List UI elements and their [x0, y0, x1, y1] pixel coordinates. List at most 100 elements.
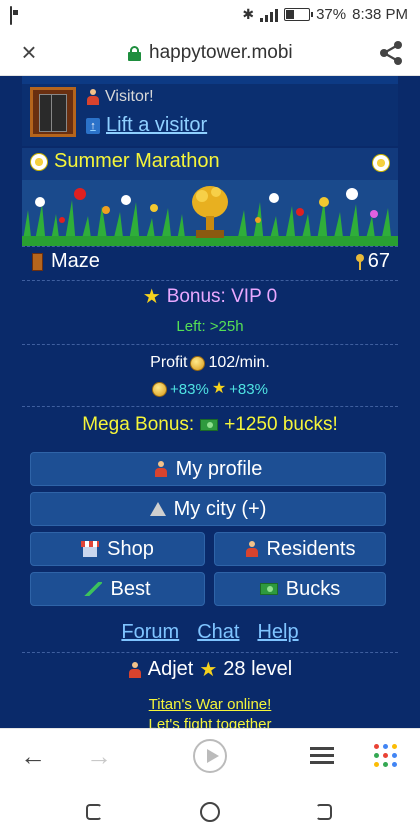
event-title-text: Summer Marathon: [54, 150, 220, 172]
battery-percent: 37%: [316, 6, 347, 23]
shop-button[interactable]: Shop: [30, 532, 205, 566]
list-icon[interactable]: [310, 747, 334, 765]
bucks-button[interactable]: Bucks: [214, 572, 386, 606]
coin-icon: [152, 381, 168, 397]
close-icon[interactable]: ×: [16, 39, 42, 65]
footer-links: Forum Chat Help: [22, 621, 398, 644]
home-icon[interactable]: [200, 802, 220, 822]
my-profile-label: My profile: [175, 457, 263, 480]
status-bar: ✱ 37% 8:38 PM: [0, 0, 420, 30]
shop-label: Shop: [107, 537, 154, 560]
user-name: Adjet: [147, 658, 194, 680]
maze-link[interactable]: Maze: [32, 250, 100, 273]
vip-bonus[interactable]: ★ Bonus: VIP 0: [22, 286, 398, 308]
page-content: Visitor! ↑ Lift a visitor Summer Maratho…: [0, 76, 420, 728]
app-dot: [374, 753, 379, 758]
my-profile-button[interactable]: My profile: [30, 452, 386, 486]
coin-bonus-percent: +83%: [170, 380, 209, 398]
status-left: [10, 6, 12, 25]
best-icon: [84, 582, 103, 596]
summer-marathon-banner[interactable]: Summer Marathon: [22, 148, 398, 246]
profit-bonuses: +83% ★ +83%: [22, 379, 398, 399]
signal-icon: [260, 8, 279, 22]
shop-icon: [81, 541, 100, 557]
url-text: happytower.mobi: [149, 42, 293, 63]
recent-apps-icon[interactable]: [86, 804, 102, 820]
app-dot: [383, 753, 388, 758]
app-dot: [392, 762, 397, 767]
status-right: ✱ 37% 8:38 PM: [242, 6, 408, 23]
lock-icon: [128, 45, 141, 61]
coin-icon: [190, 355, 206, 371]
flower-icon: [30, 152, 48, 171]
star-icon: ★: [142, 286, 161, 308]
top-strip: [22, 76, 398, 84]
app-dot: [374, 762, 379, 767]
bucks-label: Bucks: [285, 577, 341, 600]
trophy-icon: [192, 186, 228, 238]
best-label: Best: [110, 577, 151, 600]
play-icon[interactable]: [193, 739, 227, 773]
lift-arrow-icon: ↑: [86, 117, 100, 134]
best-button[interactable]: Best: [30, 572, 205, 606]
meadow-illustration: [22, 180, 398, 246]
person-icon: [154, 461, 168, 477]
divider: [22, 344, 398, 345]
lift-visitor-text: Lift a visitor: [106, 114, 208, 136]
residents-button[interactable]: Residents: [214, 532, 386, 566]
app-dot: [374, 744, 379, 749]
bonus-time-left: Left: >25h: [176, 318, 244, 335]
url-display[interactable]: happytower.mobi: [128, 42, 293, 64]
apps-grid-icon[interactable]: [374, 744, 398, 768]
visitor-panel: Visitor! ↑ Lift a visitor: [22, 84, 398, 146]
forward-arrow-icon[interactable]: →: [86, 743, 112, 769]
divider: [22, 280, 398, 281]
share-icon[interactable]: [376, 38, 406, 68]
mega-bonus[interactable]: Mega Bonus: +1250 bucks!: [22, 414, 398, 436]
back-icon[interactable]: [316, 804, 332, 820]
visitor-label: Visitor!: [86, 88, 154, 106]
promo-link-line2[interactable]: Let's fight together: [22, 716, 398, 728]
bill-icon: [259, 583, 278, 595]
back-arrow-icon[interactable]: ←: [20, 743, 46, 769]
event-title: Summer Marathon: [30, 150, 220, 173]
app-dot: [383, 744, 388, 749]
app-dot: [392, 744, 397, 749]
profit-line: Profit 102/min.: [22, 354, 398, 372]
key-icon: [355, 253, 364, 270]
star-icon: ★: [199, 658, 218, 681]
maze-row[interactable]: Maze 67: [22, 248, 398, 278]
star-bonus-percent: +83%: [229, 380, 268, 398]
status-time: 8:38 PM: [352, 6, 408, 23]
city-icon: [149, 502, 166, 516]
system-nav-bar: [0, 784, 420, 840]
bluetooth-icon: ✱: [242, 6, 255, 22]
star-icon: ★: [211, 380, 227, 397]
keys-count: 67: [355, 250, 390, 273]
mega-bonus-value: +1250 bucks!: [224, 414, 338, 435]
promo-link-line1[interactable]: Titan's War online!: [22, 696, 398, 713]
divider: [22, 406, 398, 407]
app-dot: [392, 753, 397, 758]
help-link[interactable]: Help: [257, 621, 298, 644]
divider: [22, 246, 398, 247]
profit-label: Profit: [150, 354, 188, 371]
chat-link[interactable]: Chat: [197, 621, 239, 644]
elevator-door-icon[interactable]: [30, 87, 76, 137]
person-icon: [245, 541, 259, 557]
my-city-button[interactable]: My city (+): [30, 492, 386, 526]
flower-icon: [372, 154, 390, 172]
user-info[interactable]: Adjet ★ 28 level: [22, 658, 398, 681]
person-icon: [128, 661, 142, 678]
maze-door-icon: [32, 252, 43, 271]
lift-visitor-link[interactable]: ↑ Lift a visitor: [86, 114, 207, 137]
address-bar: × happytower.mobi: [0, 30, 420, 76]
browser-toolbar: ← →: [0, 728, 420, 784]
profit-value: 102/min.: [208, 354, 270, 371]
mega-bonus-label: Mega Bonus:: [82, 414, 195, 435]
visitor-icon: [86, 89, 100, 105]
vip-bonus-text: Bonus: VIP 0: [166, 286, 278, 307]
forum-link[interactable]: Forum: [121, 621, 179, 644]
user-level: 28 level: [223, 658, 293, 680]
app-dot: [383, 762, 388, 767]
